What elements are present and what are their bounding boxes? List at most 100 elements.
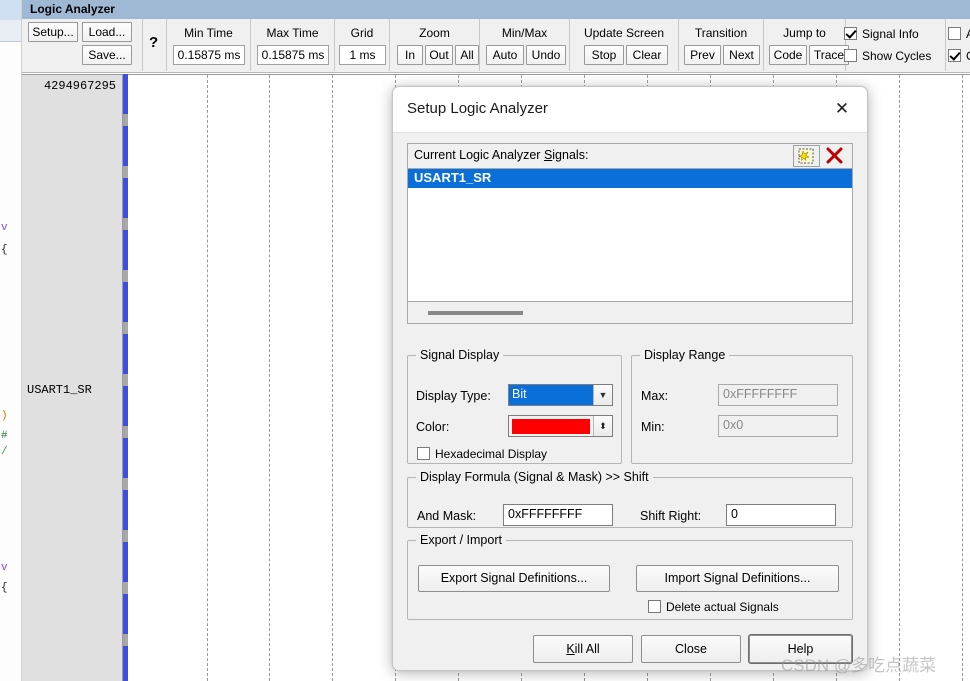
toolbar-group-min-time: Min Time 0.15875 ms: [167, 19, 251, 71]
logic-analyzer-toolbar: Setup... Load... Save... ? Min Time 0.15…: [22, 19, 970, 73]
max-time-field[interactable]: 0.15875 ms: [257, 45, 329, 65]
range-min-field[interactable]: 0x0: [718, 415, 838, 437]
zoom-all-button[interactable]: All: [455, 45, 479, 65]
signal-list-header-label: Current Logic Analyzer Signals:: [414, 148, 589, 162]
close-button[interactable]: Close: [641, 635, 741, 663]
signal-info-checkbox-box[interactable]: [844, 27, 857, 40]
jump-trace-button[interactable]: Trace: [809, 45, 849, 65]
range-min-label: Min:: [641, 420, 665, 434]
option-c-checkbox-box[interactable]: [948, 49, 961, 62]
signal-list[interactable]: USART1_SR: [407, 169, 853, 302]
setup-logic-analyzer-dialog: Setup Logic Analyzer ✕ Current Logic Ana…: [392, 86, 868, 671]
grid-field[interactable]: 1 ms: [339, 45, 386, 65]
gridline: [962, 75, 963, 681]
toolbar-group-minmax: Min/Max Auto Undo: [480, 19, 570, 71]
toolbar-group-display-options-2: A C: [946, 19, 970, 71]
toolbar-group-grid: Grid 1 ms: [335, 19, 390, 71]
minmax-undo-button[interactable]: Undo: [526, 45, 566, 65]
new-signal-icon[interactable]: [793, 145, 820, 167]
color-dropdown-icon[interactable]: ⬍: [593, 416, 612, 436]
shift-right-label: Shift Right:: [640, 509, 702, 523]
hexadecimal-display-checkbox-box[interactable]: [417, 447, 430, 460]
and-mask-label: And Mask:: [417, 509, 477, 523]
checkbox-show-cycles[interactable]: Show Cycles: [844, 48, 931, 65]
zoom-out-button[interactable]: Out: [425, 45, 453, 65]
dialog-help-button[interactable]: Help: [749, 635, 852, 663]
range-max-field[interactable]: 0xFFFFFFFF: [718, 384, 838, 406]
editor-titlebar-sliver: [0, 0, 21, 20]
display-range-legend: Display Range: [644, 348, 726, 362]
toolbar-group-jump-to: Jump to Code Trace: [764, 19, 849, 71]
delete-actual-signals-label: Delete actual Signals: [666, 600, 779, 614]
transition-next-button[interactable]: Next: [723, 45, 760, 65]
max-time-label: Max Time: [266, 26, 319, 40]
background-editor: v { ) # / v { ) #: [0, 0, 22, 681]
toolbar-group-zoom: Zoom In Out All: [390, 19, 480, 71]
checkbox-option-a[interactable]: A: [948, 26, 970, 43]
signal-current-value: 4294967295: [43, 79, 116, 93]
grid-label: Grid: [350, 26, 374, 40]
close-icon[interactable]: ✕: [823, 92, 861, 126]
chevron-down-icon[interactable]: ▼: [593, 385, 612, 405]
dialog-title: Setup Logic Analyzer: [407, 100, 548, 117]
color-picker[interactable]: ⬍: [508, 415, 613, 437]
export-import-legend: Export / Import: [420, 533, 502, 547]
hscroll-thumb[interactable]: [428, 311, 523, 315]
list-item[interactable]: USART1_SR: [408, 169, 852, 188]
checkbox-delete-actual-signals[interactable]: Delete actual Signals: [648, 599, 779, 616]
min-time-field[interactable]: 0.15875 ms: [173, 45, 245, 65]
dialog-titlebar[interactable]: Setup Logic Analyzer ✕: [393, 87, 867, 133]
show-cycles-checkbox-box[interactable]: [844, 49, 857, 62]
export-signal-definitions-button[interactable]: Export Signal Definitions...: [418, 565, 610, 592]
minmax-auto-button[interactable]: Auto: [486, 45, 524, 65]
editor-gutter-sliver: v { ) # / v { ) #: [0, 42, 21, 681]
delete-actual-signals-checkbox-box[interactable]: [648, 600, 661, 613]
display-formula-group: Display Formula (Signal & Mask) >> Shift…: [407, 470, 853, 528]
update-stop-button[interactable]: Stop: [584, 45, 624, 65]
zoom-in-button[interactable]: In: [397, 45, 423, 65]
hexadecimal-display-label: Hexadecimal Display: [435, 447, 548, 461]
import-signal-definitions-button[interactable]: Import Signal Definitions...: [636, 565, 839, 592]
delete-signal-icon[interactable]: [822, 145, 849, 167]
editor-tab-sliver: [0, 20, 21, 42]
signal-name-label: USART1_SR: [27, 383, 92, 397]
and-mask-field[interactable]: 0xFFFFFFFF: [503, 504, 613, 526]
gridline: [207, 75, 208, 681]
signal-list-header: Current Logic Analyzer Signals:: [407, 143, 853, 169]
min-time-label: Min Time: [184, 26, 233, 40]
update-screen-label: Update Screen: [583, 26, 665, 40]
signal-display-group: Signal Display Display Type: Bit ▼ Color…: [407, 348, 622, 464]
display-type-label: Display Type:: [416, 389, 491, 403]
checkbox-option-c[interactable]: C: [948, 48, 970, 65]
option-a-checkbox-box[interactable]: [948, 27, 961, 40]
checkbox-signal-info[interactable]: Signal Info: [844, 26, 919, 43]
transition-prev-button[interactable]: Prev: [684, 45, 721, 65]
color-label: Color:: [416, 420, 450, 434]
toolbar-group-max-time: Max Time 0.15875 ms: [251, 19, 335, 71]
color-swatch: [512, 418, 590, 434]
kill-all-button[interactable]: Kill All: [533, 635, 633, 663]
update-clear-button[interactable]: Clear: [626, 45, 668, 65]
signal-info-label: Signal Info: [862, 27, 919, 41]
load-button[interactable]: Load...: [82, 22, 132, 42]
save-button[interactable]: Save...: [82, 45, 132, 65]
window-title: Logic Analyzer: [22, 0, 970, 19]
gridline: [269, 75, 270, 681]
toolbar-group-display-options: Signal Info Show Cycles: [844, 19, 946, 71]
transition-label: Transition: [694, 26, 748, 40]
jump-to-label: Jump to: [783, 26, 826, 40]
display-type-combo[interactable]: Bit ▼: [508, 384, 613, 406]
display-type-value: Bit: [509, 385, 593, 405]
setup-button[interactable]: Setup...: [28, 22, 78, 42]
toolbar-group-update-screen: Update Screen Stop Clear: [570, 19, 679, 71]
jump-code-button[interactable]: Code: [769, 45, 807, 65]
dialog-body: Current Logic Analyzer Signals: USART1_S…: [393, 133, 867, 670]
checkbox-hexadecimal-display[interactable]: Hexadecimal Display: [417, 446, 547, 463]
help-question-button[interactable]: ?: [149, 34, 158, 51]
signal-list-hscrollbar[interactable]: [407, 302, 853, 324]
option-a-label: A: [966, 27, 970, 41]
zoom-label: Zoom: [419, 26, 450, 40]
shift-right-field[interactable]: 0: [726, 504, 836, 526]
show-cycles-label: Show Cycles: [862, 49, 932, 63]
option-c-label: C: [966, 49, 970, 63]
